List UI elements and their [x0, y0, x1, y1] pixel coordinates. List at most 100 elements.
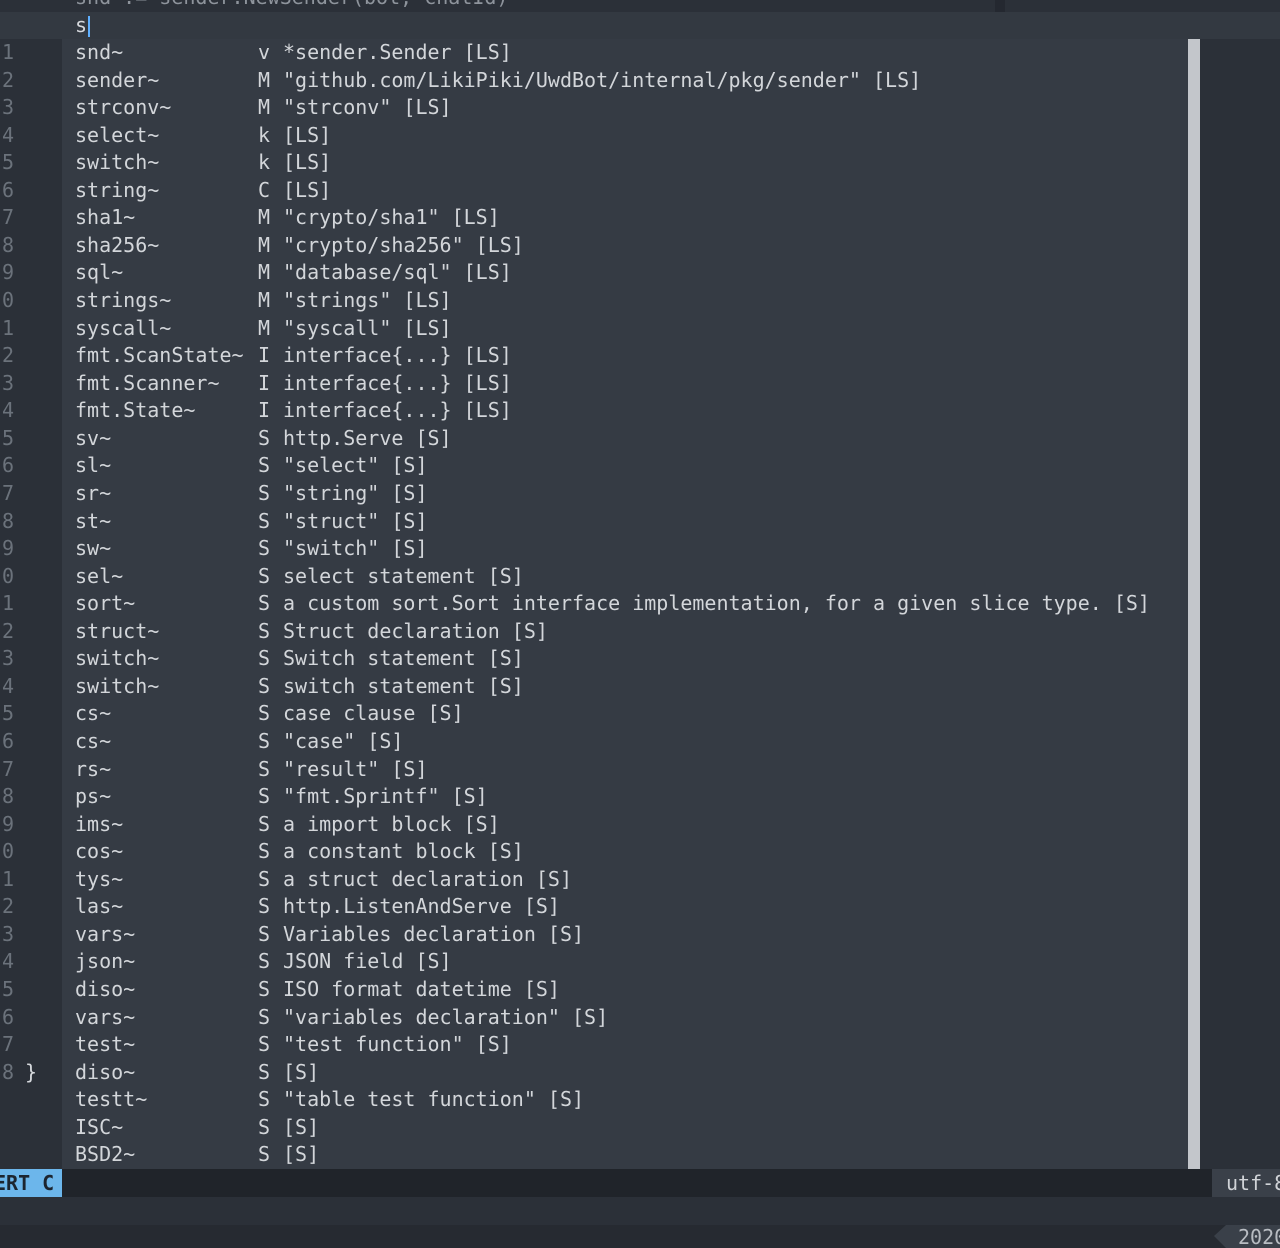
completion-item[interactable]: select~ k [LS]: [62, 122, 1188, 150]
line-number: 2: [1, 343, 14, 368]
completion-item[interactable]: vars~ S "variables declaration" [S]: [62, 1004, 1188, 1032]
completion-item[interactable]: fmt.ScanState~ Iinterface{...} [LS]: [62, 342, 1188, 370]
current-line[interactable]: s: [0, 12, 1280, 39]
completion-word: switch~: [75, 150, 160, 175]
completion-item[interactable]: cos~ Sa constant block [S]: [62, 838, 1188, 866]
completion-item[interactable]: vars~ S Variables declaration [S]: [62, 921, 1188, 949]
completion-item[interactable]: syscall~ M "syscall" [LS]: [62, 315, 1188, 343]
completion-item[interactable]: strings~ M "strings" [LS]: [62, 287, 1188, 315]
completion-word: sl~: [75, 453, 112, 478]
line-number: 2: [1, 618, 14, 643]
completion-popup[interactable]: snd~ v *sender.Sender [LS] sender~ M "github.…: [62, 39, 1200, 1197]
completion-word: tys~: [75, 866, 124, 891]
line-number: 6: [1, 453, 14, 478]
completion-menu: ISO format datetime [S]: [283, 977, 560, 1002]
completion-item[interactable]: sl~ S "select" [S]: [62, 452, 1188, 480]
line-number: 1: [1, 591, 14, 616]
completion-kind: S: [258, 453, 271, 478]
completion-word: sw~: [75, 536, 112, 561]
completion-word: sql~: [75, 260, 124, 285]
completion-item[interactable]: ISC~ S [S]: [62, 1114, 1188, 1142]
line-number: 8: [1, 508, 14, 533]
completion-kind: S: [258, 673, 271, 698]
completion-item[interactable]: string~ C [LS]: [62, 177, 1188, 205]
completion-item[interactable]: st~ S "struct" [S]: [62, 508, 1188, 536]
completion-item[interactable]: strconv~ M "strconv" [LS]: [62, 94, 1188, 122]
current-line-text: s: [75, 13, 88, 37]
completion-menu: "syscall" [LS]: [283, 315, 452, 340]
completion-item[interactable]: sort~ Sa custom sort.Sort interface imple…: [62, 590, 1188, 618]
completion-menu: "crypto/sha1" [LS]: [283, 205, 500, 230]
completion-item[interactable]: diso~ S [S]: [62, 1059, 1188, 1087]
completion-item[interactable]: ims~ Sa import block [S]: [62, 811, 1188, 839]
line-number: 3: [1, 95, 14, 120]
completion-item[interactable]: switch~ k [LS]: [62, 149, 1188, 177]
completion-menu: "result" [S]: [283, 756, 428, 781]
completion-menu: http.Serve [S]: [283, 425, 452, 450]
completion-menu: "fmt.Sprintf" [S]: [283, 784, 488, 809]
completion-kind: S: [258, 563, 271, 588]
completion-item[interactable]: testt~ S "table test function" [S]: [62, 1086, 1188, 1114]
completion-item[interactable]: snd~ v *sender.Sender [LS]: [62, 39, 1188, 67]
completion-item[interactable]: switch~ Sswitch statement [S]: [62, 673, 1188, 701]
date-segment: 2020: [1226, 1225, 1280, 1248]
line-number: 8: [1, 1059, 14, 1084]
completion-word: sha256~: [75, 232, 160, 257]
completion-word: sender~: [75, 67, 160, 92]
completion-item[interactable]: ps~ S "fmt.Sprintf" [S]: [62, 783, 1188, 811]
line-number: 9: [1, 811, 14, 836]
completion-item[interactable]: sha1~ M "crypto/sha1" [LS]: [62, 204, 1188, 232]
completion-item[interactable]: struct~ S Struct declaration [S]: [62, 618, 1188, 646]
encoding-label: utf-8: [1226, 1171, 1280, 1195]
completion-item[interactable]: sv~ Shttp.Serve [S]: [62, 425, 1188, 453]
completion-item[interactable]: tys~ Sa struct declaration [S]: [62, 866, 1188, 894]
completion-item[interactable]: sel~ Sselect statement [S]: [62, 563, 1188, 591]
completion-item[interactable]: diso~ S ISO format datetime [S]: [62, 976, 1188, 1004]
completion-word: sel~: [75, 563, 124, 588]
completion-item[interactable]: cs~ S "case" [S]: [62, 728, 1188, 756]
completion-item[interactable]: sql~ M "database/sql" [LS]: [62, 259, 1188, 287]
completion-item[interactable]: fmt.Scanner~ Iinterface{...} [LS]: [62, 370, 1188, 398]
completion-kind: S: [258, 949, 271, 974]
completion-word: diso~: [75, 977, 136, 1002]
powerline-arrow-icon: [1214, 1225, 1226, 1248]
completion-item[interactable]: BSD2~ S [S]: [62, 1141, 1188, 1169]
completion-item[interactable]: cs~ Scase clause [S]: [62, 700, 1188, 728]
completion-kind: S: [258, 977, 271, 1002]
completion-kind: M: [258, 232, 271, 257]
completion-item[interactable]: test~ S "test function" [S]: [62, 1031, 1188, 1059]
completion-item[interactable]: fmt.State~ Iinterface{...} [LS]: [62, 397, 1188, 425]
completion-kind: I: [258, 398, 271, 423]
code-line-previous[interactable]: snd := sender.NewSender(bot, chatId): [0, 0, 1280, 12]
completion-item[interactable]: switch~ S Switch statement [S]: [62, 645, 1188, 673]
completion-word: diso~: [75, 1059, 136, 1084]
completion-menu: "strings" [LS]: [283, 288, 452, 313]
completion-item[interactable]: sr~ S "string" [S]: [62, 480, 1188, 508]
completion-item[interactable]: sha256~ M "crypto/sha256" [LS]: [62, 232, 1188, 260]
completion-menu: "case" [S]: [283, 729, 404, 753]
completion-item[interactable]: rs~ S "result" [S]: [62, 756, 1188, 784]
line-number: 6: [1, 729, 14, 753]
closing-brace: }: [25, 1059, 38, 1084]
completion-word: switch~: [75, 673, 160, 698]
completion-kind: M: [258, 315, 271, 340]
completion-item[interactable]: sw~ S "switch" [S]: [62, 535, 1188, 563]
completion-menu: a import block [S]: [283, 811, 500, 836]
completion-item[interactable]: las~ Shttp.ListenAndServe [S]: [62, 893, 1188, 921]
completion-menu: [LS]: [283, 177, 332, 202]
line-number: 9: [1, 260, 14, 285]
completion-kind: S: [258, 701, 271, 726]
line-number: 7: [1, 480, 14, 505]
completion-menu: a struct declaration [S]: [283, 866, 572, 891]
completion-item[interactable]: sender~ M "github.com/LikiPiki/UwdBot/inte…: [62, 67, 1188, 95]
line-number: 7: [1, 1032, 14, 1057]
completion-scrollbar[interactable]: [1188, 39, 1200, 1169]
line-number: 0: [1, 563, 14, 588]
line-number: 5: [1, 150, 14, 175]
completion-menu: *sender.Sender [LS]: [283, 40, 512, 64]
completion-kind: S: [258, 756, 271, 781]
completion-item[interactable]: json~ S JSON field [S]: [62, 948, 1188, 976]
line-number: 7: [1, 205, 14, 230]
completion-word: vars~: [75, 1004, 136, 1029]
completion-kind: C: [258, 177, 271, 202]
